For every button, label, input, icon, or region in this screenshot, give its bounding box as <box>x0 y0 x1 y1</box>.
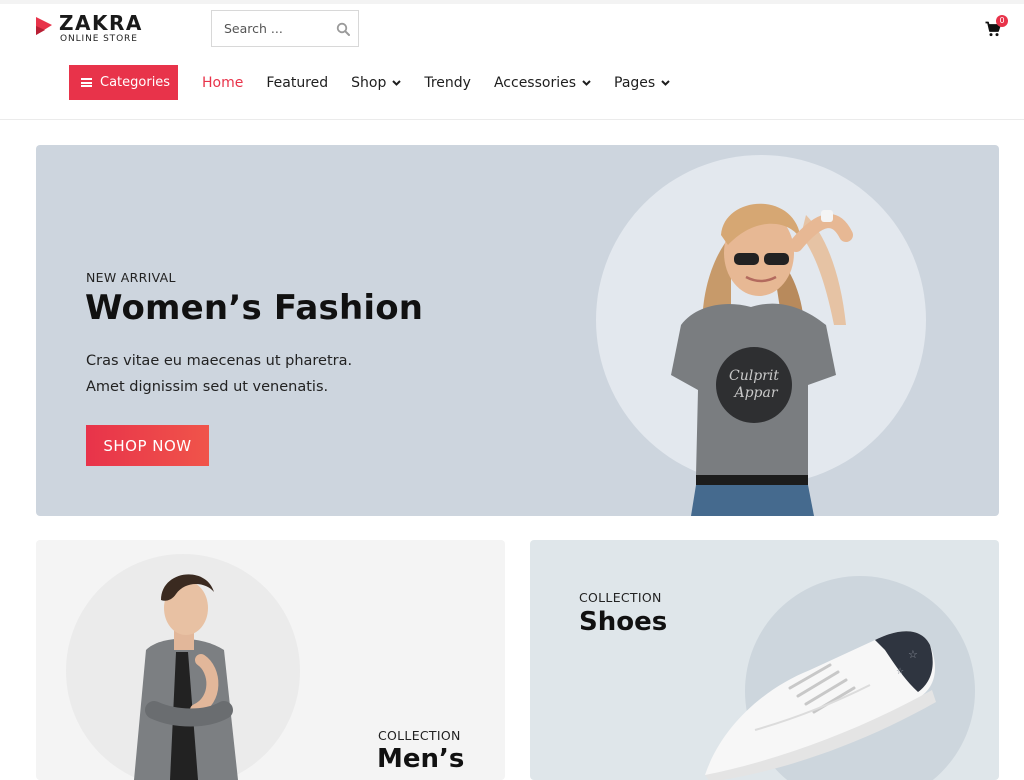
hero-description-line: Cras vitae eu maecenas ut pharetra. <box>86 353 353 369</box>
hamburger-icon <box>81 78 92 87</box>
nav-shop[interactable]: Shop <box>351 75 402 91</box>
nav-home-label: Home <box>202 75 244 91</box>
nav-pages-label: Pages <box>614 75 656 91</box>
mens-kicker: COLLECTION <box>378 728 461 743</box>
nav-pages[interactable]: Pages <box>614 75 670 91</box>
nav-featured[interactable]: Featured <box>266 75 328 91</box>
shoes-kicker: COLLECTION <box>579 590 662 605</box>
hero-description: Cras vitae eu maecenas ut pharetra. Amet… <box>86 348 406 400</box>
chevron-down-icon <box>582 80 591 86</box>
nav-accessories[interactable]: Accessories <box>494 75 591 91</box>
logo[interactable]: ZAKRA ONLINE STORE <box>36 11 146 47</box>
brand-name: ZAKRA <box>59 11 143 35</box>
shoe-star-mark: ☆ <box>908 648 918 661</box>
brand-tagline: ONLINE STORE <box>60 34 138 44</box>
site-header: ZAKRA ONLINE STORE 0 Categories Home Fea… <box>0 0 1024 120</box>
collection-card-shoes[interactable]: COLLECTION Shoes ☆ ☆ <box>530 540 999 780</box>
nav-home[interactable]: Home <box>202 75 243 91</box>
man-in-gray-blazer-image <box>134 574 238 780</box>
shoes-title: Shoes <box>579 607 668 637</box>
nav-trendy[interactable]: Trendy <box>424 75 471 91</box>
chevron-down-icon <box>661 80 670 86</box>
mens-title: Men’s <box>377 744 465 774</box>
tshirt-print-text: Appar <box>732 385 778 401</box>
main-nav: Home Featured Shop Trendy Accessories Pa… <box>202 73 693 93</box>
categories-button[interactable]: Categories <box>69 65 178 100</box>
shop-now-button[interactable]: SHOP NOW <box>86 425 209 466</box>
nav-shop-label: Shop <box>351 75 387 91</box>
nav-featured-label: Featured <box>266 75 329 91</box>
nav-trendy-label: Trendy <box>424 75 471 91</box>
hero-title: Women’s Fashion <box>85 288 424 328</box>
nav-accessories-label: Accessories <box>493 75 577 91</box>
shoe-star-mark: ☆ <box>896 667 904 677</box>
chevron-down-icon <box>392 80 402 86</box>
hero-kicker: NEW ARRIVAL <box>86 270 176 285</box>
hero-banner: NEW ARRIVAL Women’s Fashion Cras vitae e… <box>36 145 999 516</box>
collection-card-mens[interactable]: COLLECTION Men’s <box>36 540 505 780</box>
search-box <box>211 10 359 47</box>
cart-button[interactable]: 0 <box>985 15 1009 38</box>
hero-description-line: Amet dignissim sed ut venenatis. <box>86 379 329 395</box>
cart-count-badge: 0 <box>996 15 1008 27</box>
tshirt-print-text: Culprit <box>729 368 779 384</box>
woman-in-gray-tshirt-image: Culprit Appar <box>671 203 853 516</box>
white-sneaker-image: ☆ ☆ <box>705 631 936 780</box>
search-icon[interactable] <box>336 22 350 36</box>
search-input[interactable] <box>212 11 330 46</box>
categories-label: Categories <box>100 75 171 90</box>
logo-mark-icon <box>36 17 52 35</box>
